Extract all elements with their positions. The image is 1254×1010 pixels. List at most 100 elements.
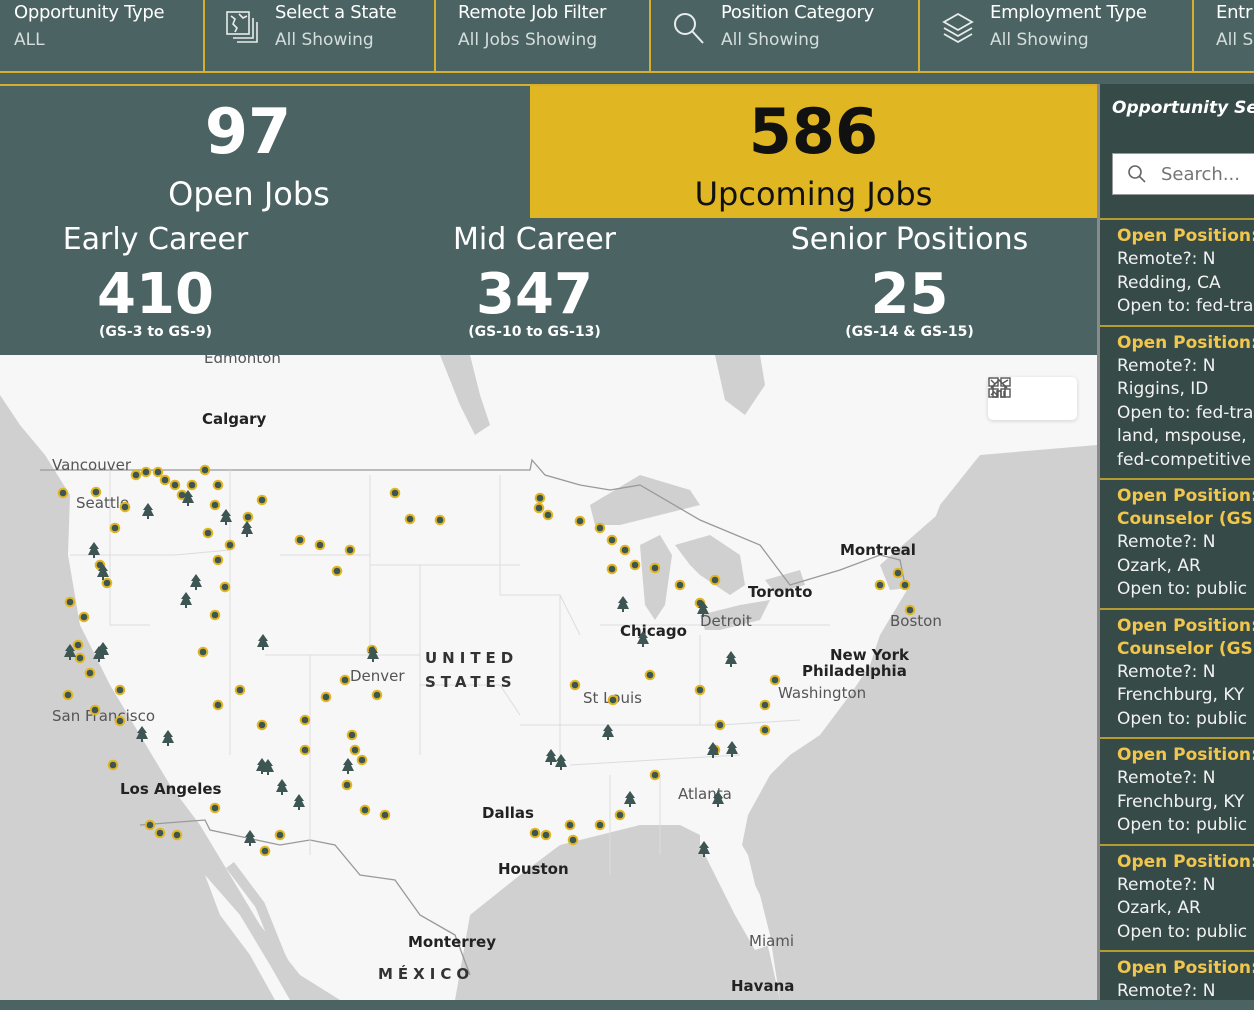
job-marker[interactable] [202, 527, 214, 539]
job-marker[interactable] [154, 827, 166, 839]
job-marker[interactable] [62, 689, 74, 701]
filter-position-category[interactable]: Position Category All Showing [651, 0, 920, 71]
job-marker[interactable] [404, 513, 416, 525]
filter-opportunity-type[interactable]: Opportunity Type ALL [0, 0, 205, 71]
job-marker[interactable] [212, 479, 224, 491]
job-marker[interactable] [574, 515, 586, 527]
job-marker[interactable] [434, 514, 446, 526]
job-marker[interactable] [294, 534, 306, 546]
job-marker[interactable] [274, 829, 286, 841]
job-marker[interactable] [649, 562, 661, 574]
job-marker[interactable] [259, 845, 271, 857]
forest-icon[interactable] [257, 634, 269, 650]
job-marker[interactable] [171, 829, 183, 841]
job-marker[interactable] [649, 769, 661, 781]
filter-select-state[interactable]: Select a State All Showing [205, 0, 436, 71]
search-box[interactable] [1112, 153, 1254, 195]
forest-icon[interactable] [244, 830, 256, 846]
job-marker[interactable] [209, 499, 221, 511]
job-marker[interactable] [331, 565, 343, 577]
job-marker[interactable] [564, 819, 576, 831]
forest-icon[interactable] [142, 503, 154, 519]
job-marker[interactable] [694, 684, 706, 696]
job-marker[interactable] [78, 611, 90, 623]
forest-icon[interactable] [726, 741, 738, 757]
job-marker[interactable] [242, 511, 254, 523]
job-marker[interactable] [199, 464, 211, 476]
job-marker[interactable] [169, 479, 181, 491]
forest-icon[interactable] [725, 651, 737, 667]
job-marker[interactable] [644, 669, 656, 681]
forest-icon[interactable] [293, 794, 305, 810]
job-marker[interactable] [619, 544, 631, 556]
job-marker[interactable] [114, 684, 126, 696]
filter-employment-type[interactable]: Employment Type All Showing [920, 0, 1194, 71]
search-input[interactable] [1159, 162, 1254, 186]
job-marker[interactable] [109, 522, 121, 534]
job-marker[interactable] [709, 574, 721, 586]
job-marker[interactable] [629, 559, 641, 571]
job-marker[interactable] [339, 674, 351, 686]
job-marker[interactable] [899, 579, 911, 591]
job-marker[interactable] [90, 486, 102, 498]
job-marker[interactable] [84, 667, 96, 679]
job-marker[interactable] [64, 596, 76, 608]
job-marker[interactable] [130, 469, 142, 481]
job-marker[interactable] [299, 714, 311, 726]
job-marker[interactable] [197, 646, 209, 658]
job-marker[interactable] [769, 674, 781, 686]
job-marker[interactable] [314, 539, 326, 551]
job-marker[interactable] [209, 802, 221, 814]
job-marker[interactable] [594, 819, 606, 831]
job-marker[interactable] [346, 729, 358, 741]
forest-icon[interactable] [698, 841, 710, 857]
job-marker[interactable] [119, 501, 131, 513]
forest-icon[interactable] [136, 726, 148, 742]
forest-icon[interactable] [712, 791, 724, 807]
forest-icon[interactable] [617, 596, 629, 612]
job-marker[interactable] [89, 704, 101, 716]
job-marker[interactable] [344, 544, 356, 556]
job-marker[interactable] [371, 689, 383, 701]
job-marker[interactable] [186, 479, 198, 491]
job-marker[interactable] [674, 579, 686, 591]
job-marker[interactable] [320, 691, 332, 703]
job-marker[interactable] [874, 579, 886, 591]
job-marker[interactable] [359, 804, 371, 816]
forest-icon[interactable] [180, 592, 192, 608]
job-marker[interactable] [534, 492, 546, 504]
forest-icon[interactable] [162, 730, 174, 746]
forest-icon[interactable] [342, 758, 354, 774]
forest-icon[interactable] [602, 724, 614, 740]
job-marker[interactable] [533, 502, 545, 514]
job-marker[interactable] [904, 604, 916, 616]
forest-icon[interactable] [88, 542, 100, 558]
job-marker[interactable] [892, 567, 904, 579]
forest-icon[interactable] [220, 509, 232, 525]
job-marker[interactable] [209, 609, 221, 621]
job-marker[interactable] [759, 699, 771, 711]
result-card[interactable]: Open Position: Remote?: N Frenchburg, KY Op… [1100, 737, 1254, 844]
job-marker[interactable] [152, 466, 164, 478]
job-marker[interactable] [159, 474, 171, 486]
job-marker[interactable] [144, 819, 156, 831]
job-marker[interactable] [606, 563, 618, 575]
job-marker[interactable] [72, 639, 84, 651]
result-card[interactable]: Open Position: Remote?: N Redding, CA Open … [1100, 218, 1254, 325]
job-marker[interactable] [389, 487, 401, 499]
job-marker[interactable] [542, 509, 554, 521]
job-marker[interactable] [234, 684, 246, 696]
job-marker[interactable] [256, 494, 268, 506]
job-marker[interactable] [107, 759, 119, 771]
job-marker[interactable] [379, 809, 391, 821]
job-marker[interactable] [594, 522, 606, 534]
job-marker[interactable] [606, 534, 618, 546]
result-card[interactable]: Open Position: Remote?: N Riggins, ID Open … [1100, 324, 1254, 479]
job-marker[interactable] [224, 539, 236, 551]
result-card[interactable]: Open Position: Remote?: N Ozark, AR Open to… [1100, 843, 1254, 951]
job-marker[interactable] [212, 699, 224, 711]
job-marker[interactable] [714, 719, 726, 731]
job-marker[interactable] [299, 744, 311, 756]
job-marker[interactable] [140, 466, 152, 478]
job-marker[interactable] [349, 744, 361, 756]
